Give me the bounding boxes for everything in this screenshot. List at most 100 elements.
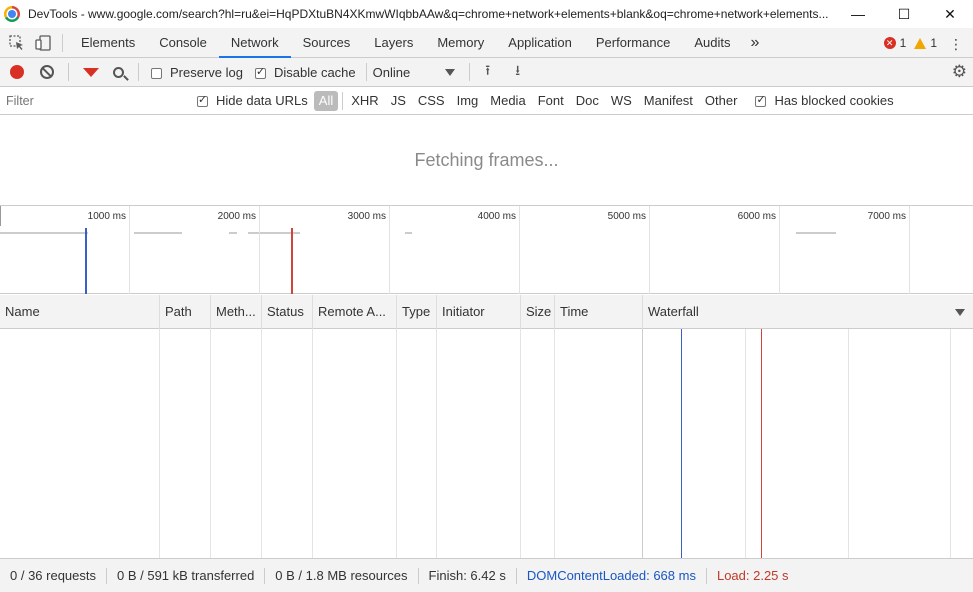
column-header-status[interactable]: Status xyxy=(261,295,312,329)
column-header-method[interactable]: Meth... xyxy=(210,295,261,329)
has-blocked-cookies-box[interactable] xyxy=(755,93,767,107)
throttling-select[interactable]: Online xyxy=(373,65,455,80)
type-filter-img[interactable]: Img xyxy=(451,91,485,111)
type-filter-css[interactable]: CSS xyxy=(412,91,451,111)
overview-request-bar xyxy=(405,232,412,234)
has-blocked-cookies-checkbox[interactable]: Has blocked cookies xyxy=(755,93,894,108)
console-counters[interactable]: ✕ 1 1 xyxy=(883,28,937,58)
type-filter-js[interactable]: JS xyxy=(385,91,412,111)
tab-console[interactable]: Console xyxy=(147,28,219,58)
disable-cache-label: Disable cache xyxy=(273,64,356,80)
tab-layers[interactable]: Layers xyxy=(362,28,425,58)
tab-application[interactable]: Application xyxy=(496,28,584,58)
column-header-initiator[interactable]: Initiator xyxy=(436,295,520,329)
disable-cache-box[interactable] xyxy=(254,65,266,79)
export-har-icon[interactable]: ⭳ xyxy=(510,62,526,80)
inspect-element-icon[interactable] xyxy=(4,30,30,56)
throttling-value: Online xyxy=(372,64,411,80)
error-count: 1 xyxy=(899,36,907,50)
type-filter-font[interactable]: Font xyxy=(532,91,570,111)
more-tabs-button[interactable]: » xyxy=(742,34,767,52)
window-title-bar: DevTools - www.google.com/search?hl=ru&e… xyxy=(0,0,973,28)
type-filter-media[interactable]: Media xyxy=(484,91,531,111)
search-icon[interactable] xyxy=(113,66,124,78)
overview-request-bar xyxy=(0,232,88,234)
tab-audits[interactable]: Audits xyxy=(682,28,742,58)
hide-data-urls-box[interactable] xyxy=(197,93,208,107)
waterfall-load-line xyxy=(761,329,762,558)
column-header-remote-address[interactable]: Remote A... xyxy=(312,295,396,329)
overview-start-line xyxy=(0,206,1,226)
tab-network[interactable]: Network xyxy=(218,28,291,58)
toolbar-divider xyxy=(68,63,69,81)
frames-pane: Fetching frames... xyxy=(0,115,973,205)
column-header-waterfall[interactable]: Waterfall xyxy=(642,295,973,329)
column-header-path[interactable]: Path xyxy=(159,295,210,329)
hide-data-urls-checkbox[interactable]: Hide data URLs xyxy=(197,93,308,108)
network-overview[interactable]: 1000 ms 2000 ms 3000 ms 4000 ms 5000 ms 6000 … xyxy=(0,205,973,294)
type-filter-ws[interactable]: WS xyxy=(605,91,638,111)
tab-sources[interactable]: Sources xyxy=(291,28,363,58)
type-filter-manifest[interactable]: Manifest xyxy=(638,91,699,111)
overview-tick-line xyxy=(129,206,130,294)
toolbar-divider xyxy=(62,33,63,52)
disable-cache-checkbox[interactable]: Disable cache xyxy=(254,64,356,80)
preserve-log-checkbox[interactable]: Preserve log xyxy=(151,65,243,80)
toolbar-divider xyxy=(365,63,367,81)
overview-domcontentloaded-marker xyxy=(85,228,87,294)
column-divider xyxy=(396,329,397,558)
load-time: Load: 2.25 s xyxy=(716,567,789,583)
gear-icon[interactable]: ⚙ xyxy=(952,62,967,82)
type-filter-other[interactable]: Other xyxy=(699,91,744,111)
overview-tick-label: 5000 ms xyxy=(607,211,646,222)
waterfall-grid-line xyxy=(950,329,951,558)
preserve-log-box[interactable] xyxy=(151,67,162,79)
tab-performance[interactable]: Performance xyxy=(584,28,682,58)
device-toolbar-icon[interactable] xyxy=(30,30,56,56)
filter-input[interactable] xyxy=(3,90,183,111)
waterfall-grid-line xyxy=(848,329,849,558)
type-filter-xhr[interactable]: XHR xyxy=(345,91,384,111)
import-har-icon[interactable]: ⭱ xyxy=(480,62,496,80)
overview-tick-label: 7000 ms xyxy=(867,211,906,222)
has-blocked-cookies-label: Has blocked cookies xyxy=(774,93,894,108)
overview-tick-line xyxy=(649,206,650,294)
devtools-menu-icon[interactable]: ⋮ xyxy=(949,36,963,53)
column-divider xyxy=(210,329,211,558)
requests-count: 0 / 36 requests xyxy=(0,567,107,584)
column-header-time[interactable]: Time xyxy=(554,295,642,329)
overview-request-bar xyxy=(229,232,237,234)
close-button[interactable]: ✕ xyxy=(927,0,973,28)
column-divider xyxy=(312,329,313,558)
column-divider xyxy=(436,329,437,558)
requests-grid-body[interactable] xyxy=(0,329,973,558)
overview-tick-label: 3000 ms xyxy=(347,211,386,222)
minimize-button[interactable]: — xyxy=(835,0,881,28)
overview-tick-line xyxy=(909,206,910,294)
chevron-down-icon[interactable] xyxy=(955,309,965,316)
column-header-type[interactable]: Type xyxy=(396,295,436,329)
column-divider xyxy=(261,329,262,558)
transferred-size: 0 B / 591 kB transferred xyxy=(107,567,266,584)
tab-elements[interactable]: Elements xyxy=(69,28,147,58)
chevron-down-icon xyxy=(444,68,455,76)
window-controls: — ☐ ✕ xyxy=(835,0,973,28)
clear-icon[interactable] xyxy=(40,65,54,79)
waterfall-grid-line xyxy=(745,329,746,558)
maximize-button[interactable]: ☐ xyxy=(881,0,927,28)
overview-tick-label: 1000 ms xyxy=(87,211,126,222)
requests-grid-header: Name Path Meth... Status Remote A... Typ… xyxy=(0,295,973,329)
column-divider xyxy=(554,329,555,558)
type-filter-all[interactable]: All xyxy=(313,90,339,111)
filter-icon[interactable] xyxy=(83,67,99,77)
network-status-bar: 0 / 36 requests 0 B / 591 kB transferred… xyxy=(0,558,973,592)
tab-memory[interactable]: Memory xyxy=(425,28,496,58)
column-header-name[interactable]: Name xyxy=(0,295,160,329)
column-header-size[interactable]: Size xyxy=(520,295,554,329)
column-divider xyxy=(159,329,160,558)
record-button[interactable] xyxy=(10,65,24,79)
toolbar-divider xyxy=(468,63,470,81)
column-divider xyxy=(520,329,521,558)
chrome-logo-icon xyxy=(4,6,20,22)
type-filter-doc[interactable]: Doc xyxy=(570,91,605,111)
